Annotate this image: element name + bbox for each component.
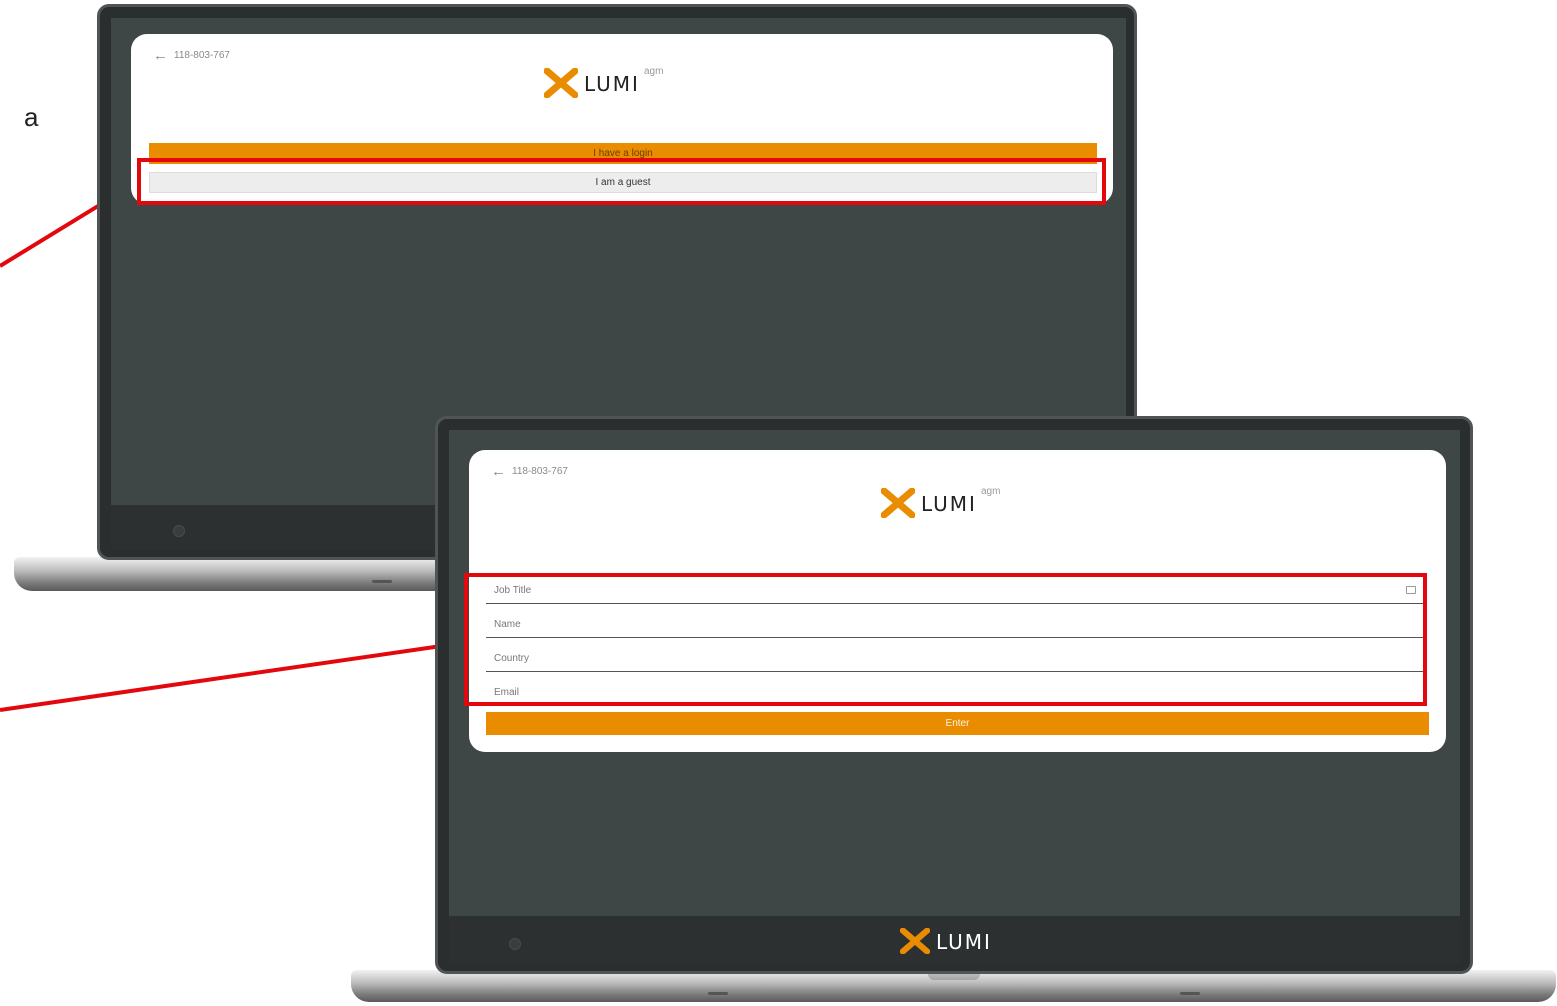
lumi-x-logo-icon: [881, 488, 915, 518]
bottom-laptop-bezel-bottom: LUMI: [449, 916, 1460, 964]
bottom-laptop-foot-right: [1180, 992, 1200, 995]
top-lumi-logo: LUMI agm: [544, 66, 664, 98]
bottom-lumi-logo: LUMI agm: [881, 486, 1001, 518]
top-laptop-foot: [372, 580, 392, 583]
logo-agm-sup: agm: [643, 66, 664, 77]
lumi-x-logo-icon: [900, 928, 930, 954]
back-arrow-icon: ←: [153, 47, 168, 64]
logo-wordmark: LUMI: [921, 492, 977, 516]
top-camera-dot: [173, 525, 185, 537]
meeting-id-label: 118-803-767: [512, 466, 568, 477]
logo-agm-sup: agm: [980, 486, 1001, 497]
meeting-id-label: 118-803-767: [174, 50, 230, 61]
bottom-laptop-foot-left: [708, 992, 728, 995]
guest-button-highlight: [137, 158, 1106, 205]
enter-button[interactable]: Enter: [486, 712, 1429, 735]
bezel-lumi-logo: LUMI: [900, 928, 992, 954]
guest-fields-highlight: [464, 573, 1427, 706]
bezel-logo-wordmark: LUMI: [936, 930, 992, 954]
top-back-link[interactable]: ← 118-803-767: [153, 48, 230, 63]
bottom-back-link[interactable]: ← 118-803-767: [491, 464, 568, 479]
back-arrow-icon: ←: [491, 463, 506, 480]
bottom-camera-dot: [509, 938, 521, 950]
logo-wordmark: LUMI: [584, 72, 640, 96]
top-laptop-base: [14, 557, 484, 591]
lumi-x-logo-icon: [544, 68, 578, 98]
annotation-arrow-bottom: [0, 630, 470, 712]
